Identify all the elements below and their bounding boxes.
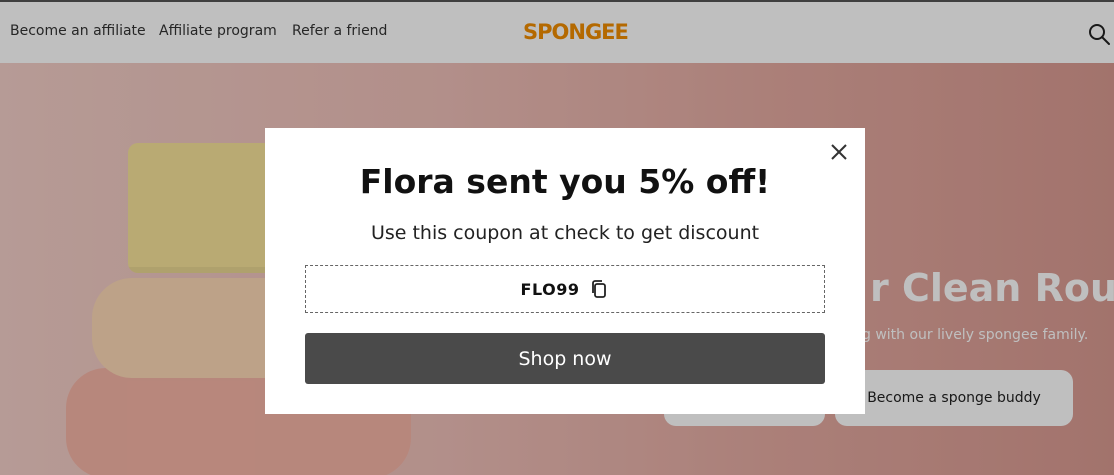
- close-icon[interactable]: [828, 141, 850, 163]
- referral-discount-modal: Flora sent you 5% off! Use this coupon a…: [265, 128, 865, 414]
- coupon-code-box[interactable]: FLO99: [305, 265, 825, 313]
- modal-subtitle: Use this coupon at check to get discount: [370, 222, 760, 244]
- shop-now-button[interactable]: Shop now: [305, 333, 825, 384]
- coupon-code: FLO99: [520, 279, 580, 299]
- modal-title: Flora sent you 5% off!: [359, 162, 771, 201]
- copy-icon[interactable]: [589, 279, 609, 299]
